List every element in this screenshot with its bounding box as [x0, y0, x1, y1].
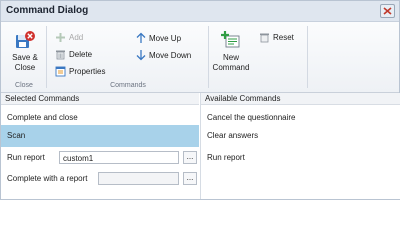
- new-command-icon: [221, 31, 240, 48]
- complete-report-field[interactable]: [98, 172, 179, 185]
- available-command-item[interactable]: Clear answers: [201, 125, 400, 147]
- save-close-label-line2: Close: [14, 63, 36, 72]
- save-close-label-line1: Save &: [12, 53, 38, 62]
- move-up-label: Move Up: [149, 33, 182, 43]
- move-up-button[interactable]: Move Up: [136, 32, 181, 44]
- new-command-button[interactable]: New Command: [211, 30, 251, 73]
- close-button[interactable]: [380, 4, 395, 18]
- complete-report-browse-button[interactable]: ...: [183, 172, 197, 185]
- selected-command-row[interactable]: Scan: [1, 125, 199, 147]
- add-label: Add: [69, 33, 84, 42]
- window-title: Command Dialog: [6, 5, 89, 16]
- delete-button[interactable]: Delete: [55, 49, 92, 60]
- reset-button[interactable]: Reset: [259, 32, 294, 43]
- available-commands-panel: Available Commands Cancel the questionna…: [200, 93, 400, 199]
- reset-label: Reset: [273, 33, 294, 42]
- trash-icon: [56, 50, 65, 60]
- new-command-label-line2: Command: [212, 63, 250, 72]
- plus-icon: [56, 33, 65, 42]
- arrow-up-icon: [136, 32, 146, 43]
- reset-icon: [260, 33, 269, 43]
- selected-commands-header: Selected Commands: [1, 93, 199, 105]
- save-close-icon: [16, 31, 35, 48]
- properties-label: Properties: [69, 67, 106, 76]
- move-down-button[interactable]: Move Down: [136, 49, 191, 61]
- close-icon: [383, 7, 392, 15]
- properties-icon: [55, 66, 66, 77]
- add-button[interactable]: Add: [55, 32, 83, 43]
- selected-commands-panel: Selected Commands Complete and close Sca…: [1, 93, 199, 199]
- run-report-browse-button[interactable]: ...: [183, 151, 197, 164]
- item-label: Clear answers: [207, 131, 259, 140]
- move-down-label: Move Down: [149, 50, 192, 60]
- new-command-label-line1: New: [222, 53, 239, 62]
- properties-button[interactable]: Properties: [55, 66, 105, 77]
- row-label: Run report: [7, 153, 45, 162]
- delete-label: Delete: [69, 50, 93, 59]
- selected-command-row[interactable]: Complete with a report ...: [1, 168, 199, 190]
- ribbon-toolbar: Save & Close Close Add Delete Properties…: [1, 22, 399, 93]
- available-command-item[interactable]: Run report: [201, 147, 400, 169]
- row-label: Complete with a report: [7, 174, 88, 183]
- run-report-field[interactable]: custom1: [59, 151, 179, 164]
- ribbon-separator: [208, 26, 209, 88]
- title-bar: Command Dialog: [1, 1, 399, 22]
- available-commands-header: Available Commands: [201, 93, 400, 105]
- save-close-button[interactable]: Save & Close: [7, 30, 43, 73]
- ribbon-separator: [46, 26, 47, 88]
- row-label: Scan: [7, 131, 26, 140]
- ribbon-separator: [307, 26, 308, 88]
- item-label: Run report: [207, 153, 245, 162]
- command-dialog-window: Command Dialog Save & Close Close Add De…: [0, 0, 400, 200]
- arrow-down-icon: [136, 50, 146, 61]
- commands-group-label: Commands: [110, 82, 146, 89]
- close-group-label: Close: [15, 82, 33, 89]
- selected-command-row[interactable]: Run report custom1 ...: [1, 147, 199, 169]
